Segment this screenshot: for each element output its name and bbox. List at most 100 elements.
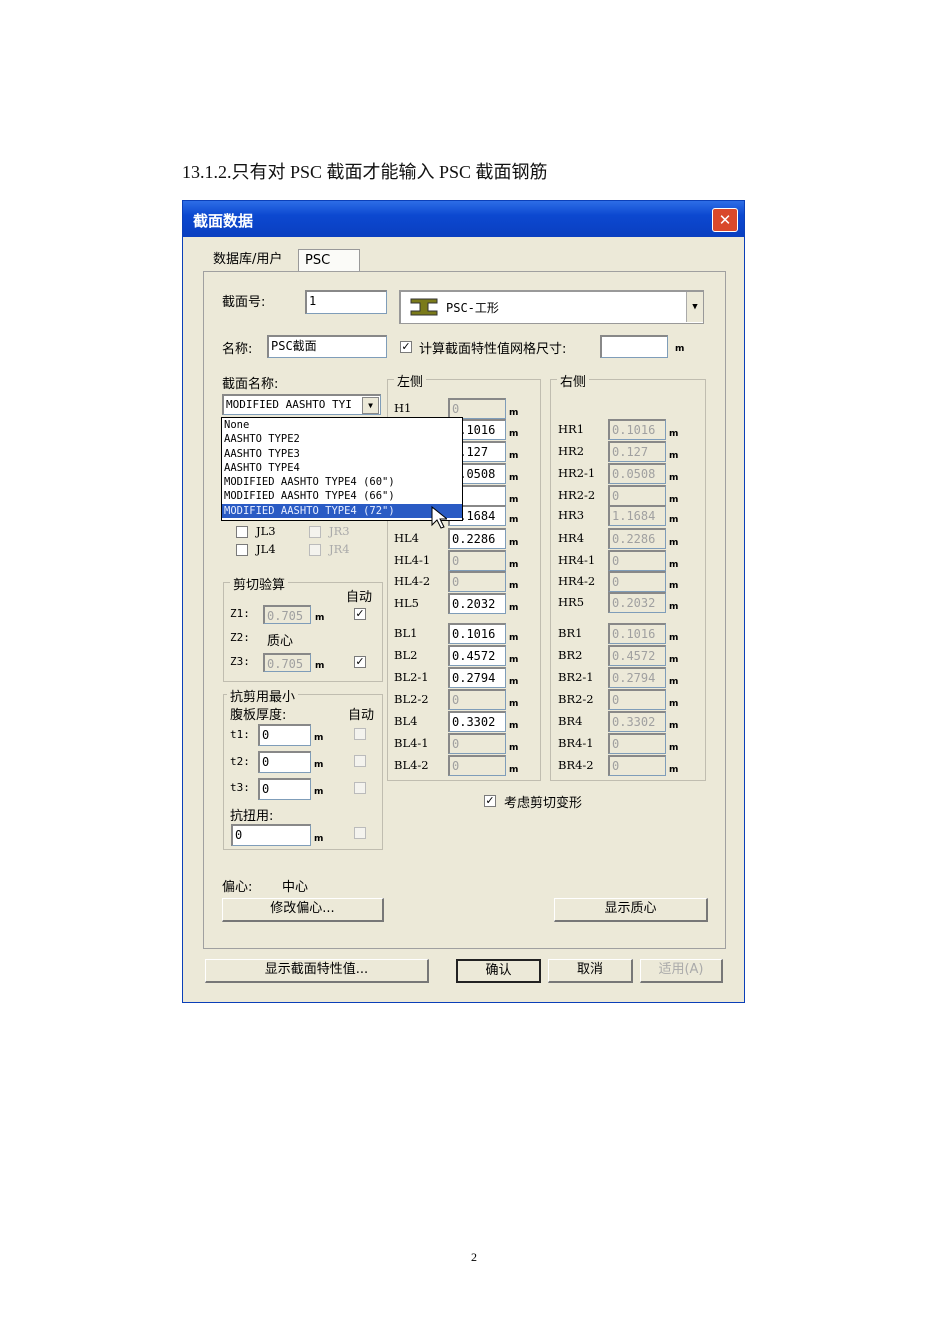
section-no-input[interactable]: 1	[305, 290, 387, 314]
dropdown-option-selected[interactable]: MODIFIED AASHTO TYPE4 (72")	[222, 503, 462, 519]
dropdown-option[interactable]: MODIFIED AASHTO TYPE4 (60")	[222, 475, 462, 489]
label-bl2-2: BL2-2	[394, 692, 429, 706]
input-bl1[interactable]: 0.1016	[448, 623, 506, 644]
joint-checkbox-jl3[interactable]	[236, 526, 248, 538]
joint-label-jl4: JL4	[256, 542, 276, 556]
input-br4-2[interactable]: 0	[608, 755, 666, 776]
input-br2-1[interactable]: 0.2794	[608, 667, 666, 688]
dropdown-option[interactable]: None	[222, 418, 462, 432]
dialog-title: 截面数据	[193, 212, 254, 230]
input-h1[interactable]: 0	[448, 398, 506, 419]
label-hl4: HL4	[394, 531, 419, 545]
input-hr3[interactable]: 1.1684	[608, 505, 666, 526]
dropdown-option[interactable]: AASHTO TYPE3	[222, 447, 462, 461]
joint-checkbox-jl4[interactable]	[236, 544, 248, 556]
mesh-size-input[interactable]	[600, 335, 668, 358]
input-bl2-1[interactable]: 0.2794	[448, 667, 506, 688]
t1-input[interactable]: 0	[258, 724, 311, 746]
section-name-label: 截面名称:	[222, 377, 279, 392]
unit-hr2-1: m	[669, 473, 679, 483]
section-data-dialog: 截面数据 ✕ 数据库/用户 PSC 截面号: 1 PSC-工形 ▼ 名称: PS…	[182, 200, 745, 1003]
joint-label-jl3: JL3	[256, 524, 276, 538]
input-br1[interactable]: 0.1016	[608, 623, 666, 644]
t2-label: t2:	[230, 755, 250, 768]
shear-check-title: 剪切验算	[230, 574, 289, 593]
torsion-input[interactable]: 0	[231, 824, 311, 846]
unit-br2-2: m	[669, 699, 679, 709]
mesh-size-checkbox[interactable]: ✓	[400, 341, 412, 353]
t1-auto-checkbox[interactable]	[354, 728, 366, 740]
joint-checkbox-jr4[interactable]	[309, 544, 321, 556]
t3-auto-checkbox[interactable]	[354, 782, 366, 794]
unit-hr4-1: m	[669, 560, 679, 570]
show-centroid-button[interactable]: 显示质心	[554, 898, 708, 922]
input-hl4-1[interactable]: 0	[448, 550, 506, 571]
web-auto-label: 自动	[348, 708, 375, 723]
unit-bl2: m	[509, 655, 519, 665]
ok-button[interactable]: 确认	[456, 959, 541, 983]
tab-database-user[interactable]: 数据库/用户	[207, 249, 288, 271]
label-hr4-2: HR4-2	[558, 574, 596, 588]
input-hr1[interactable]: 0.1016	[608, 419, 666, 440]
input-hl5[interactable]: 0.2032	[448, 593, 506, 614]
name-input[interactable]: PSC截面	[267, 335, 387, 358]
t1-label: t1:	[230, 728, 250, 741]
input-hr2[interactable]: 0.127	[608, 441, 666, 462]
dropdown-option[interactable]: MODIFIED AASHTO TYPE4 (66")	[222, 489, 462, 503]
close-button[interactable]: ✕	[712, 208, 738, 232]
cancel-button[interactable]: 取消	[548, 959, 633, 983]
label-hr4-1: HR4-1	[558, 553, 596, 567]
input-bl4-2[interactable]: 0	[448, 755, 506, 776]
t3-input[interactable]: 0	[258, 778, 311, 800]
label-h1: H1	[394, 401, 412, 415]
unit-hr4: m	[669, 538, 679, 548]
z3-unit: m	[315, 661, 325, 671]
shape-type-select[interactable]: PSC-工形 ▼	[399, 290, 704, 324]
input-bl2-2[interactable]: 0	[448, 689, 506, 710]
unit-bl4: m	[509, 721, 519, 731]
input-bl2[interactable]: 0.4572	[448, 645, 506, 666]
input-br2[interactable]: 0.4572	[608, 645, 666, 666]
shear-deform-checkbox[interactable]: ✓	[484, 795, 496, 807]
unit-bl2-1: m	[509, 677, 519, 687]
input-bl4[interactable]: 0.3302	[448, 711, 506, 732]
input-hr4-2[interactable]: 0	[608, 571, 666, 592]
input-hr2-1[interactable]: 0.0508	[608, 463, 666, 484]
apply-button[interactable]: 适用(A)	[640, 959, 723, 983]
tab-psc[interactable]: PSC	[298, 249, 360, 272]
section-name-select[interactable]: MODIFIED AASHTO TYI ▼	[222, 394, 381, 415]
torsion-auto-checkbox[interactable]	[354, 827, 366, 839]
section-heading: 13.1.2.只有对 PSC 截面才能输入 PSC 截面钢筋	[182, 162, 548, 182]
shear-auto-label: 自动	[346, 590, 373, 605]
input-hr5[interactable]: 0.2032	[608, 592, 666, 613]
input-hr2-2[interactable]: 0	[608, 485, 666, 506]
input-hl4[interactable]: 0.2286	[448, 528, 506, 549]
input-br4[interactable]: 0.3302	[608, 711, 666, 732]
z2-label: Z2:	[230, 631, 250, 644]
dropdown-option[interactable]: AASHTO TYPE4	[222, 461, 462, 475]
z1-input[interactable]: 0.705	[263, 605, 311, 624]
t2-input[interactable]: 0	[258, 751, 311, 773]
input-br4-1[interactable]: 0	[608, 733, 666, 754]
z3-auto-checkbox[interactable]: ✓	[354, 656, 366, 668]
input-bl4-1[interactable]: 0	[448, 733, 506, 754]
input-hr4-1[interactable]: 0	[608, 550, 666, 571]
modify-eccentric-button[interactable]: 修改偏心...	[222, 898, 384, 922]
dropdown-option[interactable]: AASHTO TYPE2	[222, 432, 462, 446]
input-hl4-2[interactable]: 0	[448, 571, 506, 592]
document-page: 13.1.2.只有对 PSC 截面才能输入 PSC 截面钢筋 截面数据 ✕ 数据…	[0, 0, 950, 1344]
label-hr2-1: HR2-1	[558, 466, 596, 480]
torsion-unit: m	[314, 834, 324, 844]
title-bar[interactable]	[183, 201, 744, 237]
z1-unit: m	[315, 613, 325, 623]
input-br2-2[interactable]: 0	[608, 689, 666, 710]
z1-auto-checkbox[interactable]: ✓	[354, 608, 366, 620]
input-hr4[interactable]: 0.2286	[608, 528, 666, 549]
show-properties-button[interactable]: 显示截面特性值...	[205, 959, 429, 983]
unit-br4: m	[669, 721, 679, 731]
chevron-down-icon[interactable]: ▼	[686, 292, 703, 322]
z3-input[interactable]: 0.705	[263, 653, 311, 672]
joint-checkbox-jr3[interactable]	[309, 526, 321, 538]
chevron-down-icon[interactable]: ▼	[362, 397, 379, 414]
t2-auto-checkbox[interactable]	[354, 755, 366, 767]
